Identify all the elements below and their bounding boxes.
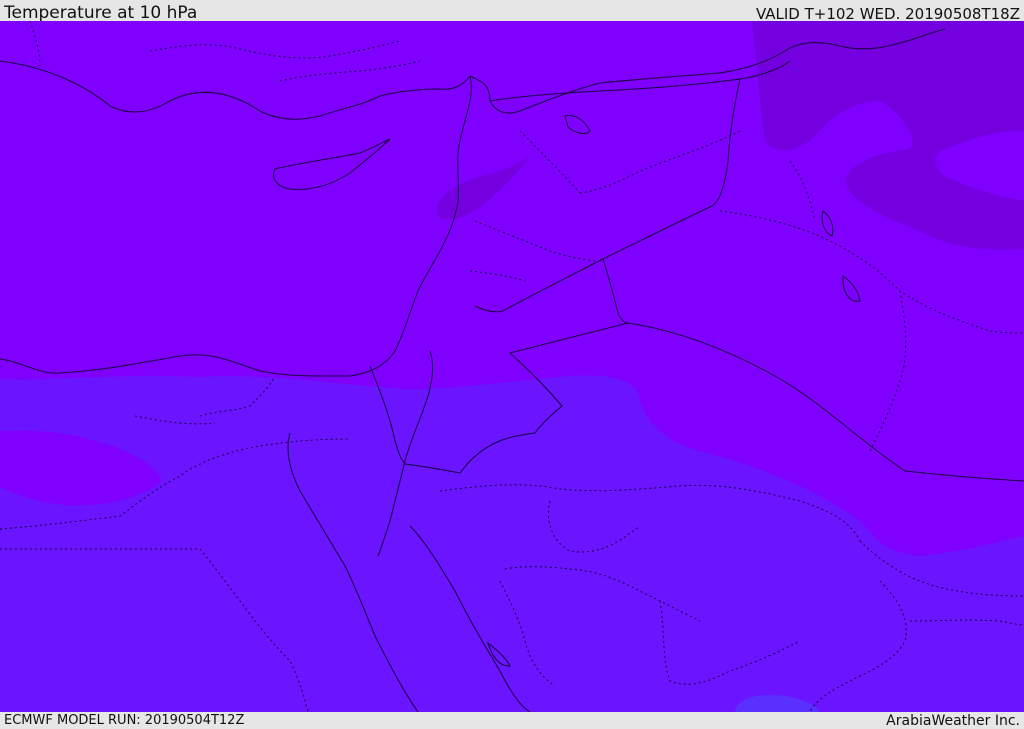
temperature-map (0, 21, 1024, 712)
map-footer: ECMWF MODEL RUN: 20190504T12Z ArabiaWeat… (0, 712, 1024, 729)
map-header: Temperature at 10 hPa VALID T+102 WED. 2… (0, 0, 1024, 23)
brand-label: ArabiaWeather Inc. (886, 713, 1020, 729)
model-run-label: ECMWF MODEL RUN: 20190504T12Z (4, 713, 245, 728)
map-title: Temperature at 10 hPa (4, 3, 198, 23)
